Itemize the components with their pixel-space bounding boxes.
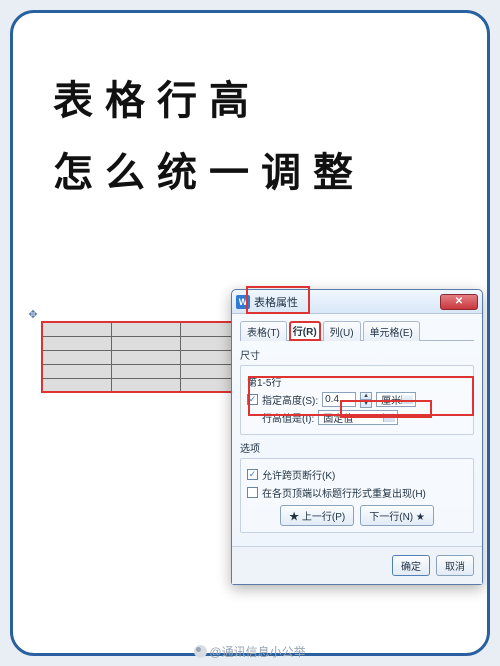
table-row: [42, 322, 250, 336]
specify-height-row: ✓ 指定高度(S): 0.4 ▲▼ 厘米: [247, 392, 467, 407]
word-table-preview: ✥: [41, 321, 251, 393]
chevron-down-icon: [386, 416, 392, 420]
height-spinner[interactable]: ▲▼: [360, 392, 372, 407]
dialog-footer: 确定 取消: [232, 546, 482, 584]
tab-column[interactable]: 列(U): [323, 321, 361, 341]
row-height-mode-row: 行高值是(I): 固定值: [247, 410, 467, 425]
tab-cell[interactable]: 单元格(E): [363, 321, 420, 341]
repeat-header-label: 在各页顶端以标题行形式重复出现(H): [262, 485, 426, 500]
specify-height-label: 指定高度(S):: [262, 392, 318, 407]
check-icon: ✓: [249, 394, 257, 405]
row-height-mode-value: 固定值: [323, 410, 353, 425]
headline-line2: 怎么统一调整: [53, 137, 447, 209]
sample-table[interactable]: [41, 321, 251, 393]
table-row: [42, 378, 250, 392]
height-value-input[interactable]: 0.4: [322, 392, 356, 407]
close-icon: ✕: [455, 296, 463, 307]
dialog-body: 表格(T) 行(R) 列(U) 单元格(E) 尺寸 第1-5行 ✓ 指定高度(S…: [232, 314, 482, 546]
check-icon: ✓: [249, 469, 257, 480]
headline-line1: 表格行高: [53, 65, 447, 137]
tab-row[interactable]: 行(R): [289, 321, 321, 341]
app-icon: W: [236, 295, 250, 309]
chevron-down-icon: [404, 398, 410, 402]
cancel-button[interactable]: 取消: [436, 555, 474, 576]
dialog-titlebar[interactable]: W 表格属性 ✕: [232, 290, 482, 314]
table-properties-dialog: W 表格属性 ✕ 表格(T) 行(R) 列(U) 单元格(E) 尺寸 第1-5行…: [231, 289, 483, 585]
specify-height-checkbox[interactable]: ✓: [247, 394, 258, 405]
paw-icon: [194, 645, 207, 658]
row-height-mode-select[interactable]: 固定值: [318, 410, 398, 425]
repeat-header-checkbox[interactable]: [247, 487, 258, 498]
card-frame: 表格行高 怎么统一调整 ✥ W 表格属性 ✕ 表格(T) 行(R) 列(U) 单…: [10, 10, 490, 656]
tab-table[interactable]: 表格(T): [240, 321, 287, 341]
tab-strip: 表格(T) 行(R) 列(U) 单元格(E): [240, 320, 474, 341]
size-section-label: 尺寸: [240, 347, 474, 362]
spin-up-icon[interactable]: ▲: [360, 392, 372, 400]
table-anchor-icon[interactable]: ✥: [27, 309, 39, 321]
spin-down-icon[interactable]: ▼: [360, 400, 372, 408]
watermark: @通讯信息小公举: [0, 643, 500, 660]
rows-range-label: 第1-5行: [247, 374, 467, 389]
prev-row-button[interactable]: ★ 上一行(P): [280, 505, 354, 526]
height-unit-select[interactable]: 厘米: [376, 392, 416, 407]
size-group: 第1-5行 ✓ 指定高度(S): 0.4 ▲▼ 厘米 行高值是(I): 固定值: [240, 365, 474, 435]
table-row: [42, 336, 250, 350]
next-row-button[interactable]: 下一行(N) ★: [360, 505, 434, 526]
headline: 表格行高 怎么统一调整: [53, 65, 447, 209]
table-row: [42, 364, 250, 378]
options-group: ✓ 允许跨页断行(K) 在各页顶端以标题行形式重复出现(H) ★ 上一行(P) …: [240, 458, 474, 533]
dialog-title: 表格属性: [254, 294, 298, 310]
allow-break-checkbox[interactable]: ✓: [247, 469, 258, 480]
table-row: [42, 350, 250, 364]
allow-break-label: 允许跨页断行(K): [262, 467, 335, 482]
ok-button[interactable]: 确定: [392, 555, 430, 576]
watermark-text: @通讯信息小公举: [209, 645, 305, 659]
row-height-is-label: 行高值是(I):: [262, 410, 314, 425]
height-unit-value: 厘米: [381, 392, 401, 407]
close-button[interactable]: ✕: [440, 294, 478, 310]
options-section-label: 选项: [240, 440, 474, 455]
